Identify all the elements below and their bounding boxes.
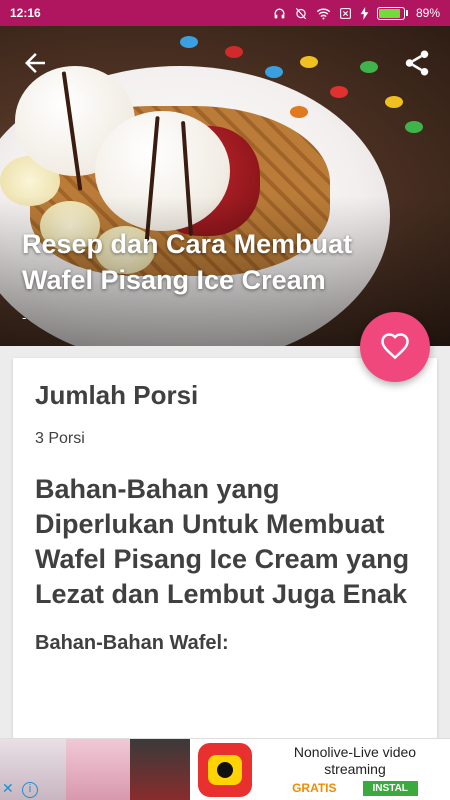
ingredients-heading: Bahan-Bahan yang Diperlukan Untuk Membua… — [35, 474, 410, 609]
charging-icon — [360, 6, 369, 20]
portion-heading: Jumlah Porsi — [35, 380, 199, 410]
candy-decoration — [330, 86, 348, 98]
candy-decoration — [405, 121, 423, 133]
battery-fill — [378, 8, 401, 18]
status-icons: 89% — [273, 6, 440, 20]
recipe-title: Resep dan Cara Membuat Wafel Pisang Ice … — [22, 229, 353, 295]
ad-app-logo[interactable] — [190, 739, 260, 800]
share-icon[interactable] — [402, 48, 432, 78]
recipe-content-card: Jumlah Porsi 3 Porsi Bahan-Bahan yang Di… — [13, 358, 437, 778]
battery-icon — [376, 6, 408, 20]
close-icon[interactable]: ✕ — [2, 780, 20, 798]
waffle-ingredients-heading: Bahan-Bahan Wafel: — [35, 632, 229, 654]
favorite-button[interactable] — [360, 312, 430, 382]
candy-decoration — [225, 46, 243, 58]
candy-decoration — [385, 96, 403, 108]
ad-banner[interactable]: Nonolive-Live video streaming GRATIS INS… — [0, 738, 450, 800]
candy-decoration — [360, 61, 378, 73]
arrow-back-icon[interactable] — [20, 48, 50, 78]
candy-decoration — [180, 36, 198, 48]
wifi-icon — [316, 8, 331, 19]
status-bar: 12:16 89% — [0, 0, 450, 26]
recipe-subtitle: - — [22, 310, 27, 325]
recipe-hero-image: Resep dan Cara Membuat Wafel Pisang Ice … — [0, 26, 450, 346]
portion-value: 3 Porsi — [35, 430, 85, 447]
battery-percent: 89% — [415, 6, 440, 20]
headset-icon — [274, 8, 285, 18]
alarm-off-icon — [295, 7, 307, 20]
ad-thumbnail[interactable] — [66, 739, 130, 800]
candy-decoration — [265, 66, 283, 78]
status-time: 12:16 — [10, 6, 41, 20]
ad-text-block[interactable]: Nonolive-Live video streaming GRATIS INS… — [260, 739, 450, 800]
ad-app-name: Nonolive-Live video streaming — [293, 743, 417, 777]
sim-blocked-icon — [340, 7, 351, 19]
candy-decoration — [290, 106, 308, 118]
ad-install-button[interactable]: INSTAL — [362, 780, 418, 796]
ad-price: GRATIS — [292, 781, 337, 795]
ad-thumbnail[interactable] — [130, 739, 190, 800]
heart-outline-icon — [381, 333, 409, 360]
candy-decoration — [300, 56, 318, 68]
ad-info-icon[interactable]: i — [22, 782, 38, 798]
